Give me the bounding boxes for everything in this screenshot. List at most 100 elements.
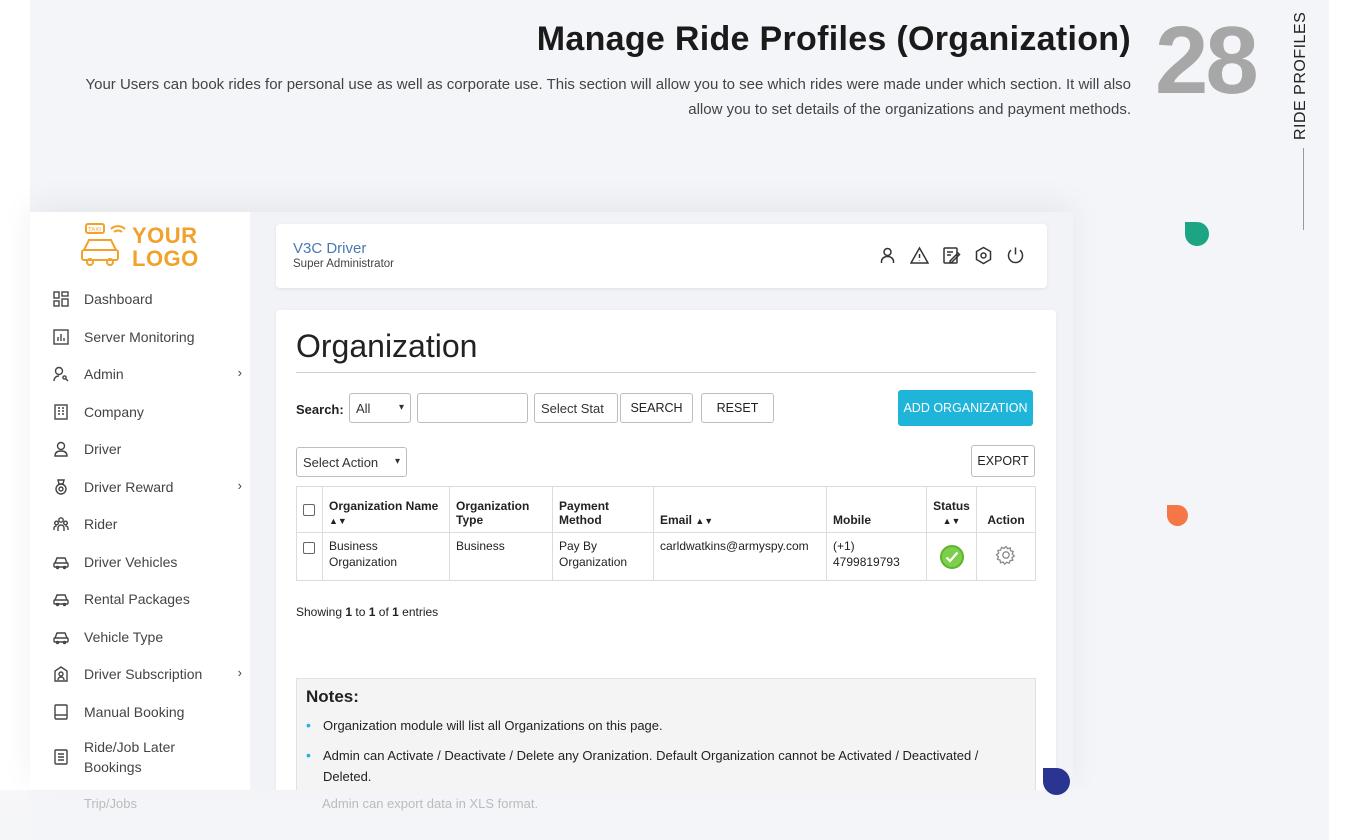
sidebar-item-ride-later-bookings[interactable]: Ride/Job Later Bookings [52,736,242,778]
search-filter-select[interactable]: All ▾ [349,393,411,423]
taxi-logo-icon: TAXI [81,223,126,266]
sidebar-item-company[interactable]: Company [52,397,242,427]
cell-organization-name: Business Organization [322,532,450,581]
sidebar-item-driver-vehicles[interactable]: Driver Vehicles [52,547,242,577]
sidebar-item-driver[interactable]: Driver [52,434,242,464]
faded-sidebar-item: Trip/Jobs [84,796,137,811]
faded-note-item: Admin can export data in XLS format. [322,796,539,811]
sort-icon: ▲▼ [942,516,961,526]
chart-icon [52,328,70,346]
settings-icon[interactable] [974,246,993,265]
select-all-checkbox[interactable] [303,504,315,516]
col-email[interactable]: Email ▲▼ [653,486,827,533]
alert-icon[interactable] [910,246,929,265]
decor-dot-navy [1043,768,1070,795]
app-name: V3C Driver [293,240,367,257]
sidebar-item-admin[interactable]: Admin › [52,359,242,389]
sort-icon: ▲▼ [695,516,714,526]
power-icon[interactable] [1006,246,1025,265]
topbar-icons [878,246,1025,265]
cell-status [926,532,977,581]
edit-icon[interactable] [942,246,961,265]
search-input[interactable] [417,393,528,423]
profile-icon[interactable] [878,246,897,265]
sidebar-item-driver-reward[interactable]: Driver Reward › [52,472,242,502]
section-side-label-text: RIDE PROFILES [1292,11,1309,140]
sidebar-item-label: Admin [84,366,124,382]
row-checkbox[interactable] [303,542,315,554]
pagination-info: Showing 1 to 1 of 1 entries [296,605,439,619]
notes-list: Organization module will list all Organi… [306,715,1026,790]
sidebar-item-label: Rental Packages [84,591,190,607]
notes-title: Notes: [306,687,359,706]
reset-button[interactable]: RESET [701,393,774,423]
sidebar-item-vehicle-type[interactable]: Vehicle Type [52,622,242,652]
sidebar-item-label: Driver [84,441,122,457]
user-key-icon [52,365,70,383]
export-button[interactable]: EXPORT [971,445,1035,477]
dashboard-icon [52,290,70,308]
page-title: Organization [296,328,478,364]
svg-text:TAXI: TAXI [88,228,101,234]
title-divider [296,372,1036,373]
chevron-down-icon: ▾ [394,456,400,467]
page-heading: Manage Ride Profiles (Organization) [536,20,1131,58]
cell-email: carldwatkins@armyspy.com [653,532,827,581]
sidebar-item-server-monitoring[interactable]: Server Monitoring [52,322,242,352]
note-item: Organization module will list all Organi… [306,715,1026,736]
chevron-down-icon: ▾ [398,402,404,413]
cell-action [976,532,1036,581]
bulk-action-select[interactable]: Select Action ▾ [296,447,407,477]
car-icon [52,553,70,571]
sidebar-item-label: Driver Reward [84,479,174,495]
sidebar-item-manual-booking[interactable]: Manual Booking [52,697,242,727]
sidebar-item-label: Manual Booking [84,704,185,720]
topbar: V3C Driver Super Administrator [276,224,1047,288]
sidebar-item-label: Dashboard [84,291,153,307]
user-role: Super Administrator [293,258,394,270]
col-mobile: Mobile [826,486,927,533]
col-organization-name[interactable]: Organization Name ▲▼ [322,486,450,533]
list-icon [52,748,70,766]
search-button[interactable]: SEARCH [620,393,693,423]
col-organization-type: Organization Type [449,486,553,533]
page-description: Your Users can book rides for personal u… [85,76,1131,118]
decor-dot-green [1185,222,1209,246]
sidebar-item-driver-subscription[interactable]: Driver Subscription › [52,659,242,689]
chevron-right-icon: › [237,478,242,493]
chevron-right-icon: › [237,365,242,380]
car-icon [52,590,70,608]
book-icon [52,703,70,721]
search-label: Search: [296,402,344,417]
sidebar-item-rider[interactable]: Rider [52,509,242,539]
table-header-row: Organization Name ▲▼ Organization Type Pa… [296,486,1036,533]
sidebar-item-label: Company [84,404,144,420]
organization-table: Organization Name ▲▼ Organization Type Pa… [296,486,1036,581]
add-organization-button[interactable]: ADD ORGANIZATION [898,390,1033,426]
building-icon [52,403,70,421]
sidebar-item-label: Vehicle Type [84,629,164,645]
car-icon [52,628,70,646]
gear-icon[interactable] [995,545,1017,569]
logo[interactable]: TAXI YOUR LOGO [80,222,210,270]
col-action: Action [976,486,1036,533]
subscription-icon [52,665,70,683]
col-status[interactable]: Status ▲▼ [926,486,977,533]
organization-card: Organization Search: All ▾ Select Stat SE… [276,310,1056,790]
sidebar-item-rental-packages[interactable]: Rental Packages [52,584,242,614]
app-screenshot: TAXI YOUR LOGO Dashboard Server Monitorin… [30,212,1073,790]
cell-organization-type: Business [449,532,553,581]
cell-payment-method: Pay By Organization [552,532,654,581]
sidebar-item-label: Rider [84,516,118,532]
status-select[interactable]: Select Stat [534,393,618,423]
side-divider [1303,148,1304,230]
notes-panel: Notes: Organization module will list all… [296,678,1036,790]
page-number: 28 [1155,7,1259,114]
medal-icon [52,478,70,496]
sidebar-item-dashboard[interactable]: Dashboard [52,284,242,314]
status-active-icon[interactable] [939,544,964,569]
select-all-cell [296,486,323,533]
user-icon [52,440,70,458]
cell-mobile: (+1) 4799819793 [826,532,927,581]
decor-dot-orange [1167,505,1188,526]
